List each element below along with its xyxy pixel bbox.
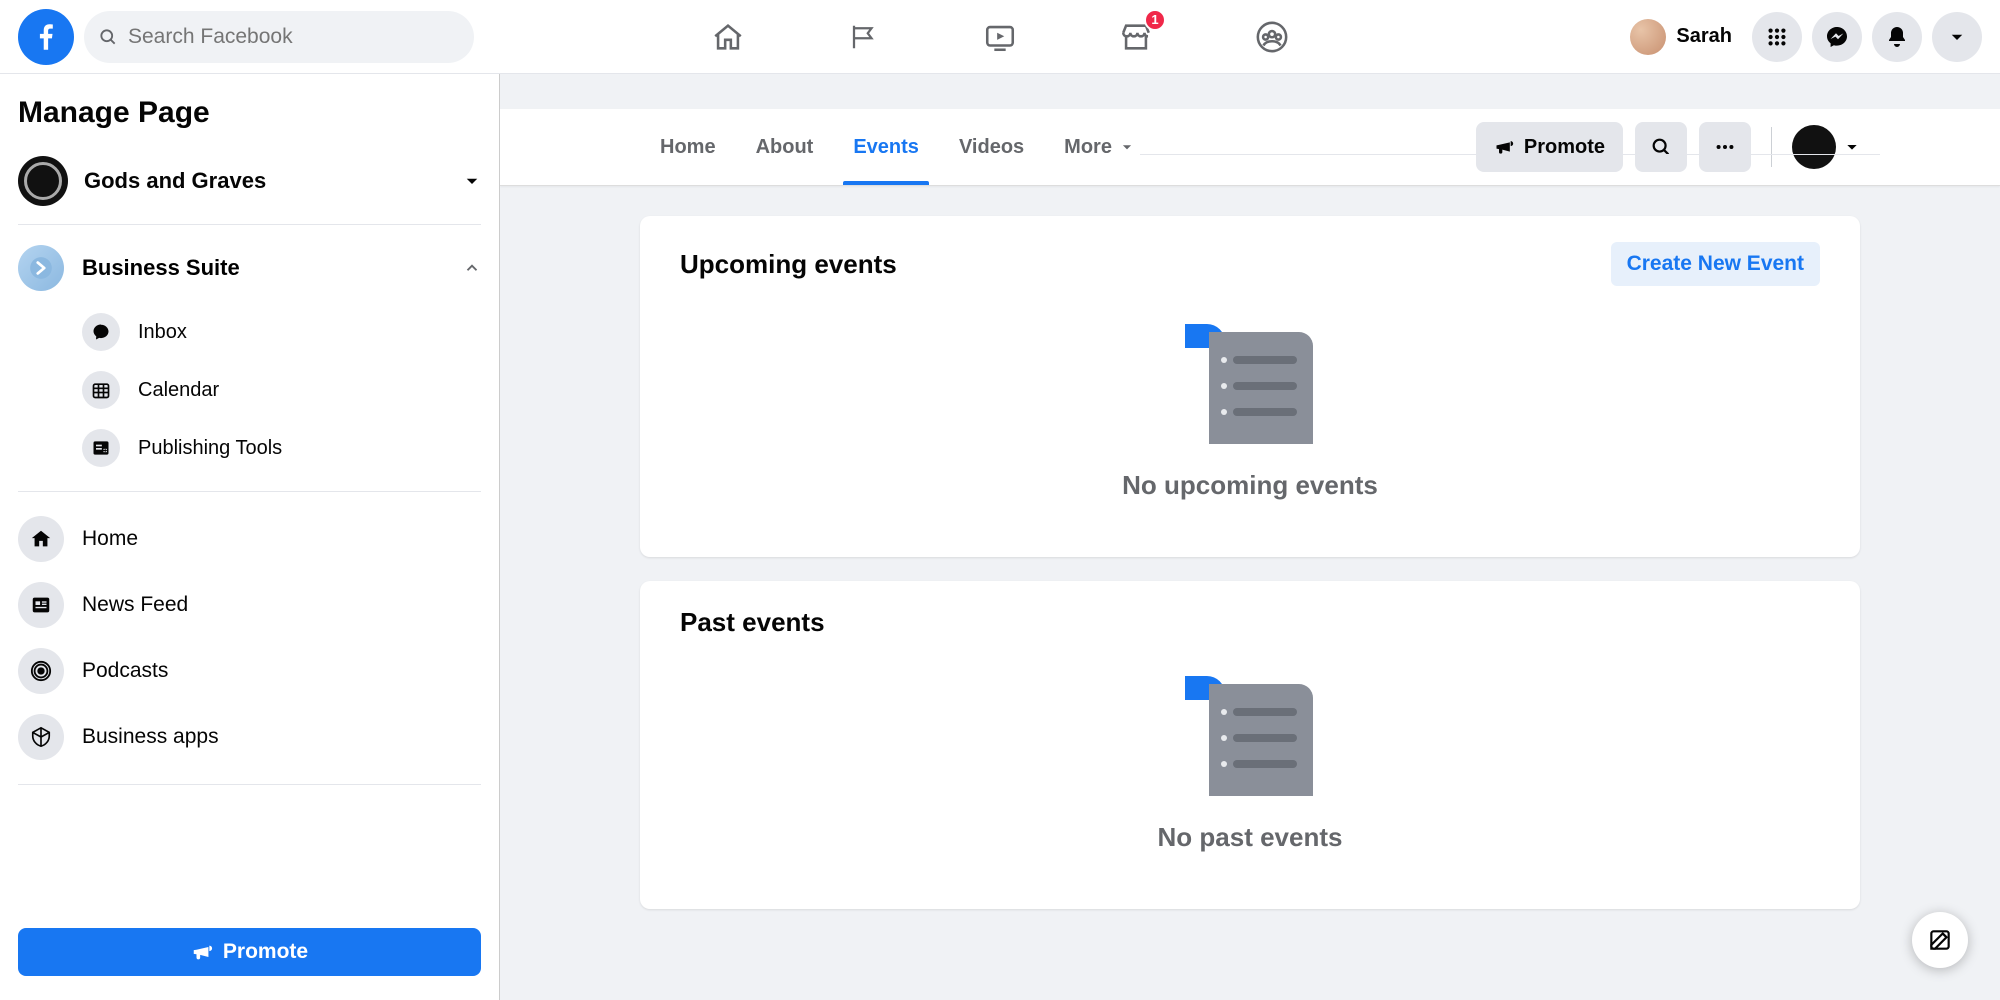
upcoming-events-title: Upcoming events (680, 249, 897, 280)
tab-about[interactable]: About (736, 109, 834, 185)
tab-more-label: More (1064, 136, 1112, 159)
page-name-label: Gods and Graves (84, 168, 266, 194)
inbox-label: Inbox (138, 321, 187, 344)
bizapps-label: Business apps (82, 725, 219, 749)
sidebar-title: Manage Page (18, 96, 481, 130)
empty-events-illustration-icon (1185, 324, 1315, 444)
watch-nav-icon[interactable] (982, 19, 1018, 55)
home-label: Home (82, 527, 138, 551)
past-events-title: Past events (680, 607, 825, 638)
megaphone-icon (191, 941, 213, 963)
left-sidebar: Manage Page Gods and Graves Business Sui… (0, 74, 500, 1000)
sidebar-promote-button[interactable]: Promote (18, 928, 481, 976)
sidebar-item-bizapps[interactable]: Business apps (18, 704, 481, 770)
sidebar-item-podcasts[interactable]: Podcasts (18, 638, 481, 704)
business-suite-submenu: Inbox Calendar Publishing Tools (18, 303, 481, 477)
sidebar-item-publishing[interactable]: Publishing Tools (82, 419, 481, 477)
podcasts-icon (18, 648, 64, 694)
profile-chip[interactable]: Sarah (1620, 15, 1742, 59)
publishing-label: Publishing Tools (138, 437, 282, 460)
publishing-tools-icon (82, 429, 120, 467)
user-avatar-icon (1630, 19, 1666, 55)
groups-nav-icon[interactable] (1254, 19, 1290, 55)
sidebar-promote-label: Promote (223, 940, 308, 964)
dots-icon (1714, 136, 1736, 158)
megaphone-icon (1494, 137, 1514, 157)
top-bar: 1 Sarah (0, 0, 2000, 74)
tab-events[interactable]: Events (833, 109, 939, 185)
page-search-button[interactable] (1635, 122, 1687, 172)
tab-videos-label: Videos (959, 136, 1024, 159)
edit-icon (1927, 927, 1953, 953)
page-tabs-bar: Home About Events Videos More Promote (500, 109, 2000, 186)
calendar-label: Calendar (138, 379, 219, 402)
sidebar-divider (18, 491, 481, 492)
create-event-button[interactable]: Create New Event (1611, 242, 1820, 286)
view-as-selector[interactable] (1792, 125, 1860, 169)
caret-down-icon (1844, 139, 1860, 155)
page-avatar-small-icon (1792, 125, 1836, 169)
marketplace-nav-icon[interactable]: 1 (1118, 19, 1154, 55)
newsfeed-icon (18, 582, 64, 628)
inbox-icon (82, 313, 120, 351)
tab-home[interactable]: Home (640, 109, 736, 185)
facebook-logo-icon[interactable] (18, 9, 74, 65)
vertical-divider (1771, 127, 1772, 167)
topbar-right: Sarah (1620, 12, 1982, 62)
search-icon (98, 27, 118, 47)
tab-videos[interactable]: Videos (939, 109, 1044, 185)
no-upcoming-text: No upcoming events (1122, 470, 1378, 501)
business-suite-header[interactable]: Business Suite (18, 239, 481, 303)
page-selector[interactable]: Gods and Graves (18, 148, 481, 225)
search-icon (1650, 136, 1672, 158)
user-name-label: Sarah (1676, 25, 1732, 48)
home-nav-icon[interactable] (710, 19, 746, 55)
podcasts-label: Podcasts (82, 659, 168, 683)
search-container[interactable] (84, 11, 474, 63)
tab-about-label: About (756, 136, 814, 159)
sidebar-item-home[interactable]: Home (18, 506, 481, 572)
page-avatar-icon (18, 156, 68, 206)
notifications-button[interactable] (1872, 12, 1922, 62)
chevron-down-icon (463, 172, 481, 190)
upcoming-events-card: Upcoming events Create New Event No upco… (640, 216, 1860, 557)
calendar-icon (82, 371, 120, 409)
business-suite-label: Business Suite (82, 255, 240, 281)
sidebar-item-calendar[interactable]: Calendar (82, 361, 481, 419)
account-dropdown-button[interactable] (1932, 12, 1982, 62)
newsfeed-label: News Feed (82, 593, 188, 617)
tab-home-label: Home (660, 136, 716, 159)
business-apps-icon (18, 714, 64, 760)
pages-nav-icon[interactable] (846, 19, 882, 55)
tab-more[interactable]: More (1044, 109, 1154, 185)
marketplace-badge: 1 (1144, 9, 1166, 31)
content-area: Home About Events Videos More Promote (500, 74, 2000, 1000)
topbar-left (18, 9, 474, 65)
caret-down-icon (1120, 140, 1134, 154)
sidebar-item-newsfeed[interactable]: News Feed (18, 572, 481, 638)
past-events-card: Past events No past events (640, 581, 1860, 909)
menu-grid-button[interactable] (1752, 12, 1802, 62)
home-icon (18, 516, 64, 562)
empty-events-illustration-icon (1185, 676, 1315, 796)
tab-events-label: Events (853, 136, 919, 159)
promote-button-label: Promote (1524, 136, 1605, 159)
search-input[interactable] (128, 25, 460, 49)
topbar-center-nav: 1 (710, 19, 1290, 55)
compose-fab[interactable] (1912, 912, 1968, 968)
no-past-text: No past events (1158, 822, 1343, 853)
messenger-button[interactable] (1812, 12, 1862, 62)
more-actions-button[interactable] (1699, 122, 1751, 172)
sidebar-item-inbox[interactable]: Inbox (82, 303, 481, 361)
business-suite-icon (18, 245, 64, 291)
promote-button[interactable]: Promote (1476, 122, 1623, 172)
sidebar-divider-2 (18, 784, 481, 785)
chevron-up-icon (463, 259, 481, 277)
